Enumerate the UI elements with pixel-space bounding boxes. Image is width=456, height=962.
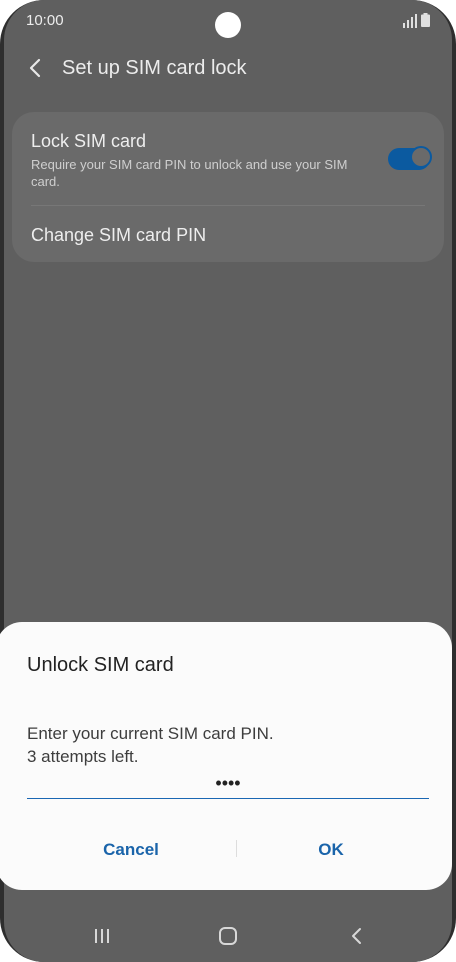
dialog-message: Enter your current SIM card PIN. 3 attem… [27,722,274,768]
recent-apps-icon[interactable] [92,928,112,944]
ok-button[interactable]: OK [236,826,426,874]
home-icon[interactable] [218,926,238,946]
toggle-knob [410,146,432,168]
app-bar: Set up SIM card lock [4,48,452,88]
page-title: Set up SIM card lock [62,57,247,79]
settings-card: Lock SIM card Require your SIM card PIN … [12,112,444,262]
status-time: 10:00 [26,12,64,29]
signal-icon [403,14,417,28]
cancel-button[interactable]: Cancel [36,826,226,874]
status-bar: 10:00 [4,0,452,42]
dialog-title: Unlock SIM card [27,654,174,676]
lock-sim-subtitle: Require your SIM card PIN to unlock and … [31,157,348,189]
divider [31,205,425,206]
battery-icon [421,13,430,27]
pin-input[interactable] [27,768,429,799]
dialog-message-line1: Enter your current SIM card PIN. [27,724,274,743]
change-pin-item[interactable]: Change SIM card PIN [31,225,206,246]
chevron-left-icon[interactable] [24,56,46,80]
device: 10:00 Set up SIM card lock Lock SIM card [0,0,456,962]
nav-back-icon[interactable] [350,926,364,946]
unlock-sim-dialog: Unlock SIM card Enter your current SIM c… [0,622,452,890]
navigation-bar [4,908,452,962]
dialog-message-line2: 3 attempts left. [27,747,139,766]
camera-cutout [215,12,241,38]
lock-sim-title: Lock SIM card [31,131,147,151]
